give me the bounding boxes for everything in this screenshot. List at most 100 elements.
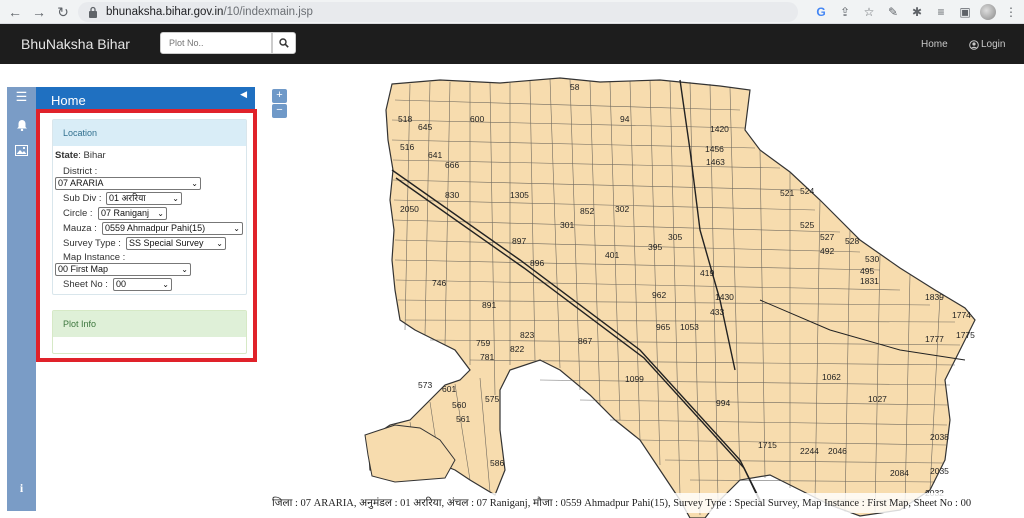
plot-number-label: 302: [615, 204, 629, 214]
plot-number-label: 2244: [800, 446, 819, 456]
plot-number-label: 746: [432, 278, 446, 288]
plot-number-label: 1053: [680, 322, 699, 332]
plot-number-label: 1305: [510, 190, 529, 200]
plot-number-label: 867: [578, 336, 592, 346]
plot-number-label: 830: [445, 190, 459, 200]
login-label: Login: [981, 39, 1006, 50]
plot-number-label: 2035: [930, 466, 949, 476]
app-navbar: BhuNaksha Bihar Home Login: [0, 24, 1024, 64]
extensions-icon[interactable]: ✱: [908, 3, 926, 21]
plot-number-label: 601: [442, 384, 456, 394]
left-toolbar: ☰ i: [7, 87, 36, 511]
nav-home-link[interactable]: Home: [921, 39, 948, 50]
plot-number-label: 575: [485, 394, 499, 404]
plot-number-label: 561: [456, 414, 470, 424]
user-circle-icon: [969, 39, 979, 50]
plot-number-label: 525: [800, 220, 814, 230]
plot-number-label: 823: [520, 330, 534, 340]
plot-number-label: 822: [510, 344, 524, 354]
url-path: /10/indexmain.jsp: [223, 6, 313, 18]
forward-arrow-icon[interactable]: →: [28, 1, 50, 23]
plot-number-label: 1774: [952, 310, 971, 320]
plot-number-label: 897: [512, 236, 526, 246]
hamburger-menu-icon[interactable]: ☰: [7, 89, 36, 105]
info-icon[interactable]: i: [7, 481, 36, 496]
plot-number-label: 58: [570, 82, 580, 92]
panel-title: Home: [51, 93, 86, 108]
plot-number-label: 586: [490, 458, 504, 468]
panel-header: Home ◀: [36, 87, 255, 109]
plot-number-label: 1430: [715, 292, 734, 302]
search-button[interactable]: [272, 32, 296, 54]
plot-number-label: 641: [428, 150, 442, 160]
plot-number-label: 395: [648, 242, 662, 252]
media-icon[interactable]: ≡: [932, 3, 950, 21]
plot-number-label: 994: [716, 398, 730, 408]
plot-number-label: 1715: [758, 440, 777, 450]
plot-number-label: 891: [482, 300, 496, 310]
plot-number-label: 1420: [710, 124, 729, 134]
back-arrow-icon[interactable]: ←: [4, 1, 26, 23]
plot-number-label: 527: [820, 232, 834, 242]
plot-search-input[interactable]: [160, 32, 272, 54]
edit-icon[interactable]: ✎: [884, 3, 902, 21]
plot-number-label: 1775: [956, 330, 975, 340]
plot-number-label: 2046: [828, 446, 847, 456]
plot-number-label: 573: [418, 380, 432, 390]
plot-number-label: 962: [652, 290, 666, 300]
plot-number-label: 401: [605, 250, 619, 260]
plot-number-label: 521: [780, 188, 794, 198]
plot-number-label: 518: [398, 114, 412, 124]
side-panel-icon[interactable]: ▣: [956, 3, 974, 21]
zoom-out-button[interactable]: −: [272, 104, 287, 118]
plot-number-label: 600: [470, 114, 484, 124]
plot-number-label: 492: [820, 246, 834, 256]
bookmark-star-icon[interactable]: ☆: [860, 3, 878, 21]
plot-number-label: 305: [668, 232, 682, 242]
plot-number-label: 516: [400, 142, 414, 152]
plot-number-label: 1777: [925, 334, 944, 344]
brand-title[interactable]: BhuNaksha Bihar: [21, 36, 130, 52]
plot-number-label: 852: [580, 206, 594, 216]
plot-number-label: 1831: [860, 276, 879, 286]
url-host: bhunaksha.bihar.gov.in: [106, 6, 224, 18]
search-icon: [279, 38, 289, 48]
plot-number-label: 1062: [822, 372, 841, 382]
menu-dots-icon[interactable]: ⋮: [1002, 3, 1020, 21]
plot-number-label: 530: [865, 254, 879, 264]
plot-number-label: 1027: [868, 394, 887, 404]
plot-number-label: 419: [700, 268, 714, 278]
plot-number-label: 433: [710, 307, 724, 317]
plot-number-label: 1099: [625, 374, 644, 384]
zoom-in-button[interactable]: +: [272, 89, 287, 103]
browser-toolbar: ← → ↻ bhunaksha.bihar.gov.in/10/indexmai…: [0, 0, 1024, 24]
location-status-line: जिला : 07 ARARIA, अनुमंडल : 01 अररिया, अ…: [272, 493, 1024, 513]
plot-number-label: 2084: [890, 468, 909, 478]
plot-number-label: 94: [620, 114, 630, 124]
plot-number-label: 1456: [705, 144, 724, 154]
highlight-box: [36, 109, 257, 362]
profile-avatar[interactable]: [980, 4, 996, 20]
lock-icon: [89, 6, 97, 18]
plot-number-label: 896: [530, 258, 544, 268]
plot-number-label: 759: [476, 338, 490, 348]
google-lens-icon[interactable]: G: [812, 3, 830, 21]
plot-number-label: 965: [656, 322, 670, 332]
address-bar[interactable]: bhunaksha.bihar.gov.in/10/indexmain.jsp: [78, 2, 798, 22]
plot-number-label: 781: [480, 352, 494, 362]
plot-number-label: 666: [445, 160, 459, 170]
plot-number-label: 495: [860, 266, 874, 276]
reload-icon[interactable]: ↻: [52, 1, 74, 23]
bell-icon[interactable]: [7, 119, 36, 134]
image-icon[interactable]: [7, 145, 36, 159]
plot-number-label: 524: [800, 186, 814, 196]
share-icon[interactable]: ⇪: [836, 3, 854, 21]
nav-login-link[interactable]: Login: [969, 39, 1005, 50]
plot-number-label: 301: [560, 220, 574, 230]
plot-number-label: 528: [845, 236, 859, 246]
plot-number-label: 560: [452, 400, 466, 410]
plot-number-label: 2050: [400, 204, 419, 214]
plot-number-label: 645: [418, 122, 432, 132]
collapse-panel-icon[interactable]: ◀: [240, 89, 247, 100]
plot-number-label: 1463: [706, 157, 725, 167]
